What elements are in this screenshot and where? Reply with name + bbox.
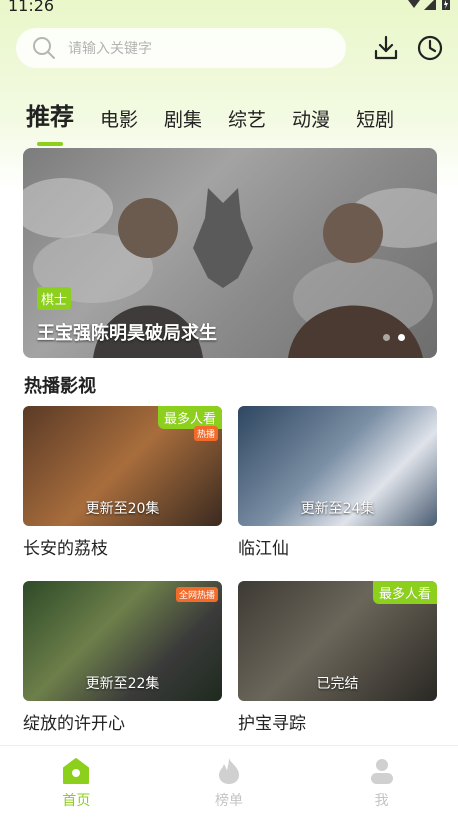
video-title: 护宝寻踪 xyxy=(238,714,306,734)
nav-me[interactable]: 我 xyxy=(305,746,458,821)
carousel-indicator xyxy=(383,334,405,341)
episode-status: 更新至20集 xyxy=(85,501,160,517)
hot-badge: 全网热播 xyxy=(175,587,218,602)
banner-title: 王宝强陈明昊破局求生 xyxy=(37,323,217,344)
wifi-icon xyxy=(408,0,420,8)
download-icon[interactable] xyxy=(372,34,400,62)
search-icon xyxy=(33,37,55,59)
video-card[interactable]: 全网热播 更新至22集 绽放的许开心 xyxy=(23,581,222,734)
video-title: 临江仙 xyxy=(238,539,289,559)
banner-tag: 棋士 xyxy=(37,287,72,310)
episode-status: 更新至22集 xyxy=(85,676,160,692)
nav-ranking[interactable]: 榜单 xyxy=(153,746,306,821)
nav-ranking-label: 榜单 xyxy=(215,793,243,809)
signal-icon xyxy=(424,0,436,10)
nav-home-label: 首页 xyxy=(62,793,91,809)
video-card[interactable]: 最多人看 已完结 护宝寻踪 xyxy=(238,581,437,734)
video-title: 绽放的许开心 xyxy=(23,714,125,734)
video-poster: 最多人看 已完结 xyxy=(238,581,437,701)
nav-home[interactable]: 首页 xyxy=(0,746,153,821)
tab-short-drama[interactable]: 短剧 xyxy=(356,105,394,132)
status-bar: 11:26 xyxy=(0,0,458,18)
video-card[interactable]: 最多人看 热播 更新至20集 长安的荔枝 xyxy=(23,406,222,559)
tab-recommend[interactable]: 推荐 xyxy=(26,97,74,146)
video-title: 长安的荔枝 xyxy=(23,539,108,559)
video-card[interactable]: 更新至24集 临江仙 xyxy=(238,406,437,559)
search-placeholder: 请输入关键字 xyxy=(68,41,152,57)
flame-icon xyxy=(219,758,239,784)
most-watched-badge: 最多人看 xyxy=(372,581,437,604)
video-poster: 全网热播 更新至22集 xyxy=(23,581,222,701)
status-icons xyxy=(408,0,452,10)
bottom-nav: 首页 榜单 我 xyxy=(0,745,458,821)
tab-series[interactable]: 剧集 xyxy=(164,105,202,132)
featured-banner[interactable]: 棋士 王宝强陈明昊破局求生 xyxy=(23,148,437,358)
episode-status: 已完结 xyxy=(316,676,359,692)
section-title: 热播影视 xyxy=(24,376,96,397)
search-row: 请输入关键字 xyxy=(16,28,446,68)
carousel-dot xyxy=(383,334,390,341)
home-icon xyxy=(63,758,90,784)
carousel-dot-active xyxy=(398,334,405,341)
category-tabs: 推荐 电影 剧集 综艺 动漫 短剧 xyxy=(26,88,420,146)
search-input[interactable]: 请输入关键字 xyxy=(16,28,346,68)
video-poster: 更新至24集 xyxy=(238,406,437,526)
nav-me-label: 我 xyxy=(374,793,389,809)
tab-movie[interactable]: 电影 xyxy=(100,105,138,132)
history-icon[interactable] xyxy=(416,34,444,62)
status-time: 11:26 xyxy=(8,0,55,15)
tab-variety[interactable]: 综艺 xyxy=(228,105,266,132)
episode-status: 更新至24集 xyxy=(300,501,375,517)
hot-badge: 热播 xyxy=(193,426,218,441)
video-poster: 最多人看 热播 更新至20集 xyxy=(23,406,222,526)
tab-anime[interactable]: 动漫 xyxy=(292,105,330,132)
user-icon xyxy=(370,759,393,784)
battery-icon xyxy=(442,0,450,10)
